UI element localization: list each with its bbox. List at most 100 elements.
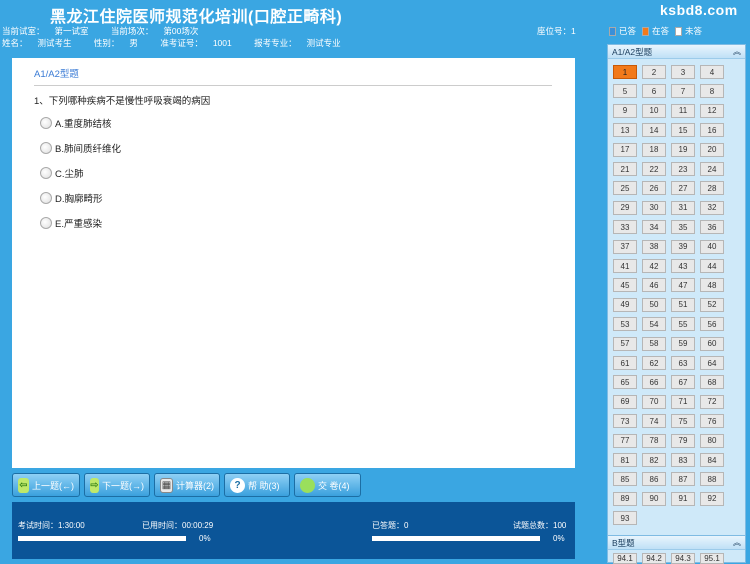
question-number-button[interactable]: 86	[642, 472, 666, 487]
question-number-button[interactable]: 71	[671, 394, 695, 409]
question-number-button[interactable]: 81	[613, 453, 637, 467]
option-a[interactable]: A.重度肺结核	[40, 116, 111, 130]
question-number-button[interactable]: 64	[700, 356, 724, 370]
question-number-button[interactable]: 77	[613, 433, 637, 448]
question-number-button[interactable]: 34	[642, 220, 666, 235]
question-number-button[interactable]: 23	[671, 162, 695, 176]
prev-button[interactable]: ⇦ 上一题(←)	[12, 473, 80, 497]
collapse-icon[interactable]: ︽	[733, 536, 741, 550]
question-number-button[interactable]: 66	[642, 375, 666, 390]
question-number-button[interactable]: 25	[613, 181, 637, 196]
question-number-button[interactable]: 16	[700, 123, 724, 138]
question-number-button[interactable]: 21	[613, 162, 637, 176]
collapse-icon[interactable]: ︽	[733, 45, 741, 59]
question-number-button[interactable]: 1	[613, 65, 637, 79]
question-number-button[interactable]: 94.2	[642, 553, 666, 564]
option-b[interactable]: B.肺间质纤维化	[40, 141, 121, 155]
radio-icon[interactable]	[40, 142, 52, 154]
question-number-button[interactable]: 53	[613, 317, 637, 332]
question-number-button[interactable]: 58	[642, 336, 666, 351]
question-number-button[interactable]: 13	[613, 123, 637, 138]
question-number-button[interactable]: 74	[642, 414, 666, 429]
question-number-button[interactable]: 61	[613, 356, 637, 370]
question-number-button[interactable]: 17	[613, 142, 637, 157]
next-button[interactable]: ⇨ 下一题(→)	[84, 473, 150, 497]
question-number-button[interactable]: 28	[700, 181, 724, 196]
question-number-button[interactable]: 18	[642, 142, 666, 157]
question-number-button[interactable]: 43	[671, 259, 695, 273]
question-number-button[interactable]: 56	[700, 317, 724, 332]
question-number-button[interactable]: 73	[613, 414, 637, 429]
question-number-button[interactable]: 68	[700, 375, 724, 390]
option-d[interactable]: D.胸廓畸形	[40, 191, 103, 205]
question-number-button[interactable]: 20	[700, 142, 724, 157]
option-e[interactable]: E.严重感染	[40, 216, 102, 230]
section-a1a2-header[interactable]: A1/A2型题 ︽	[608, 45, 745, 59]
question-number-button[interactable]: 79	[671, 433, 695, 448]
question-number-button[interactable]: 6	[642, 84, 666, 99]
question-number-button[interactable]: 88	[700, 472, 724, 487]
radio-icon[interactable]	[40, 192, 52, 204]
question-number-button[interactable]: 85	[613, 472, 637, 487]
question-number-button[interactable]: 80	[700, 433, 724, 448]
question-number-button[interactable]: 95.1	[700, 553, 724, 564]
question-number-button[interactable]: 22	[642, 162, 666, 176]
help-button[interactable]: ? 帮 助(3)	[224, 473, 290, 497]
question-number-button[interactable]: 55	[671, 317, 695, 332]
question-number-button[interactable]: 90	[642, 491, 666, 506]
question-number-button[interactable]: 45	[613, 278, 637, 293]
calculator-button[interactable]: ▦ 计算器(2)	[154, 473, 220, 497]
question-number-button[interactable]: 10	[642, 103, 666, 118]
question-number-button[interactable]: 48	[700, 278, 724, 293]
radio-icon[interactable]	[40, 117, 52, 129]
section-b-header[interactable]: B型题 ︽	[608, 536, 745, 550]
question-number-button[interactable]: 38	[642, 239, 666, 254]
question-number-button[interactable]: 19	[671, 142, 695, 157]
question-number-button[interactable]: 89	[613, 491, 637, 506]
question-number-button[interactable]: 24	[700, 162, 724, 176]
question-number-button[interactable]: 72	[700, 394, 724, 409]
question-number-button[interactable]: 14	[642, 123, 666, 138]
question-number-button[interactable]: 37	[613, 239, 637, 254]
question-number-button[interactable]: 84	[700, 453, 724, 467]
question-number-button[interactable]: 63	[671, 356, 695, 370]
question-number-button[interactable]: 49	[613, 297, 637, 312]
question-number-button[interactable]: 3	[671, 65, 695, 79]
question-number-button[interactable]: 12	[700, 103, 724, 118]
question-number-button[interactable]: 9	[613, 103, 637, 118]
question-number-button[interactable]: 69	[613, 394, 637, 409]
question-number-button[interactable]: 76	[700, 414, 724, 429]
radio-icon[interactable]	[40, 167, 52, 179]
question-number-button[interactable]: 67	[671, 375, 695, 390]
question-number-button[interactable]: 11	[671, 103, 695, 118]
question-number-button[interactable]: 46	[642, 278, 666, 293]
question-number-button[interactable]: 51	[671, 297, 695, 312]
question-number-button[interactable]: 32	[700, 200, 724, 215]
question-number-button[interactable]: 30	[642, 200, 666, 215]
question-number-button[interactable]: 62	[642, 356, 666, 370]
question-number-button[interactable]: 33	[613, 220, 637, 235]
question-number-button[interactable]: 47	[671, 278, 695, 293]
question-number-button[interactable]: 78	[642, 433, 666, 448]
question-number-button[interactable]: 44	[700, 259, 724, 273]
question-number-button[interactable]: 5	[613, 84, 637, 99]
question-number-button[interactable]: 41	[613, 259, 637, 273]
question-number-button[interactable]: 29	[613, 200, 637, 215]
question-number-button[interactable]: 42	[642, 259, 666, 273]
radio-icon[interactable]	[40, 217, 52, 229]
question-number-button[interactable]: 2	[642, 65, 666, 79]
question-number-button[interactable]: 87	[671, 472, 695, 487]
question-number-button[interactable]: 92	[700, 491, 724, 506]
submit-button[interactable]: 交 卷(4)	[294, 473, 361, 497]
question-number-button[interactable]: 26	[642, 181, 666, 196]
question-number-button[interactable]: 7	[671, 84, 695, 99]
question-number-button[interactable]: 36	[700, 220, 724, 235]
question-number-button[interactable]: 59	[671, 336, 695, 351]
question-number-button[interactable]: 94.3	[671, 553, 695, 564]
question-number-button[interactable]: 52	[700, 297, 724, 312]
question-number-button[interactable]: 4	[700, 65, 724, 79]
question-number-button[interactable]: 60	[700, 336, 724, 351]
question-number-button[interactable]: 15	[671, 123, 695, 138]
question-number-button[interactable]: 93	[613, 511, 637, 526]
question-number-button[interactable]: 27	[671, 181, 695, 196]
